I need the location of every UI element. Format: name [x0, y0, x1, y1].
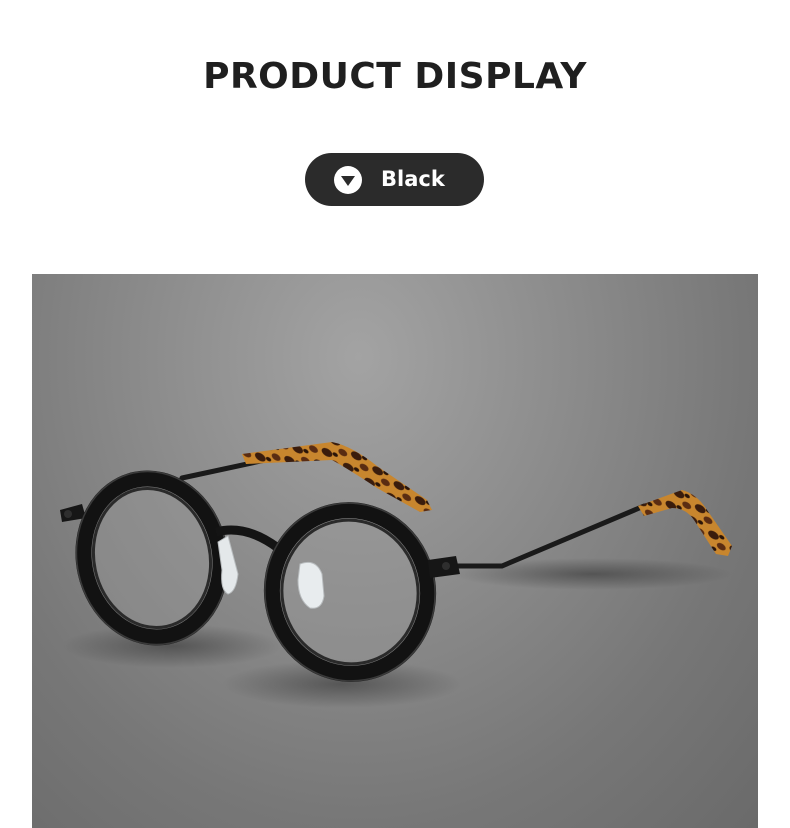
eyeglasses-icon [60, 442, 732, 708]
chevron-down-icon [333, 165, 363, 195]
page-title: PRODUCT DISPLAY [203, 56, 587, 97]
color-variant-label: Black [381, 167, 445, 191]
product-photo [32, 274, 758, 828]
color-variant-button[interactable]: Black [305, 153, 484, 206]
